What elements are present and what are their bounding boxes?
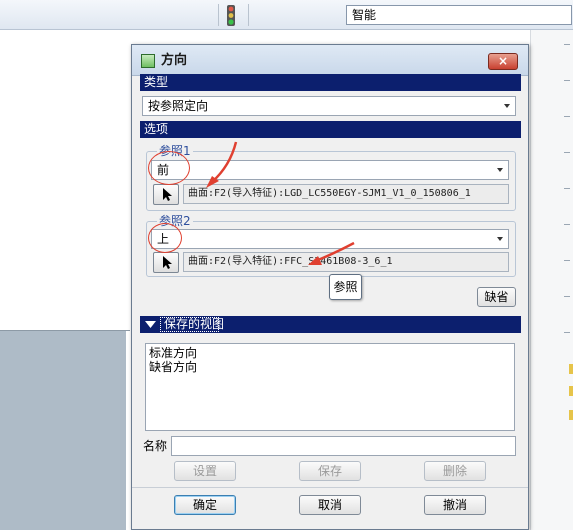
save-button[interactable]: 保存: [299, 461, 361, 481]
delete-button[interactable]: 删除: [424, 461, 486, 481]
view-name-input[interactable]: [171, 436, 516, 456]
cursor-arrow-icon: [163, 188, 172, 201]
chevron-down-icon: [504, 104, 510, 108]
annotation-arrow-icon: [308, 241, 355, 265]
selection-filter-field[interactable]: 智能: [346, 5, 572, 25]
type-section-header: 类型: [140, 74, 521, 91]
dialog-title: 方向: [161, 53, 188, 68]
toolbar-separator: [248, 4, 249, 26]
set-button[interactable]: 设置: [174, 461, 236, 481]
close-button[interactable]: ×: [488, 53, 518, 70]
annotation-arrow-icon: [206, 141, 238, 188]
dialog-app-icon: [141, 54, 155, 68]
traffic-light-icon[interactable]: [226, 5, 236, 26]
type-dropdown-value: 按参照定向: [148, 99, 209, 113]
saved-views-list[interactable]: 标准方向 缺省方向: [145, 343, 515, 431]
cancel-button[interactable]: 取消: [299, 495, 361, 515]
toolbar-separator: [218, 4, 219, 26]
annotation-circle: [148, 151, 190, 185]
right-side-panel: [530, 30, 573, 530]
close-icon: ×: [497, 54, 509, 68]
default-orientation-button[interactable]: 缺省: [477, 287, 516, 307]
list-item[interactable]: 标准方向: [149, 346, 511, 360]
reference1-select-button[interactable]: [153, 184, 179, 205]
options-section-header: 选项: [140, 121, 521, 138]
reference-tooltip: 参照: [329, 274, 362, 300]
list-item[interactable]: 缺省方向: [149, 360, 511, 374]
type-dropdown[interactable]: 按参照定向: [142, 96, 516, 116]
chevron-down-icon: [497, 168, 503, 172]
triangle-down-icon[interactable]: [145, 321, 156, 329]
orientation-dialog: 方向 × 类型 按参照定向 选项 参照1 前 曲面:F2(导入特征):LGD_L…: [131, 44, 529, 530]
reference2-select-button[interactable]: [153, 252, 179, 273]
ok-button[interactable]: 确定: [174, 495, 236, 515]
footer-divider: [132, 487, 528, 488]
saved-views-focus-rect: [160, 317, 219, 332]
dialog-title-bar[interactable]: 方向 ×: [132, 45, 528, 76]
name-label: 名称: [143, 439, 168, 453]
graphics-area[interactable]: [0, 331, 126, 530]
cursor-arrow-icon: [163, 256, 172, 269]
chevron-down-icon: [497, 237, 503, 241]
annotation-circle: [148, 223, 182, 253]
undo-button[interactable]: 撤消: [424, 495, 486, 515]
